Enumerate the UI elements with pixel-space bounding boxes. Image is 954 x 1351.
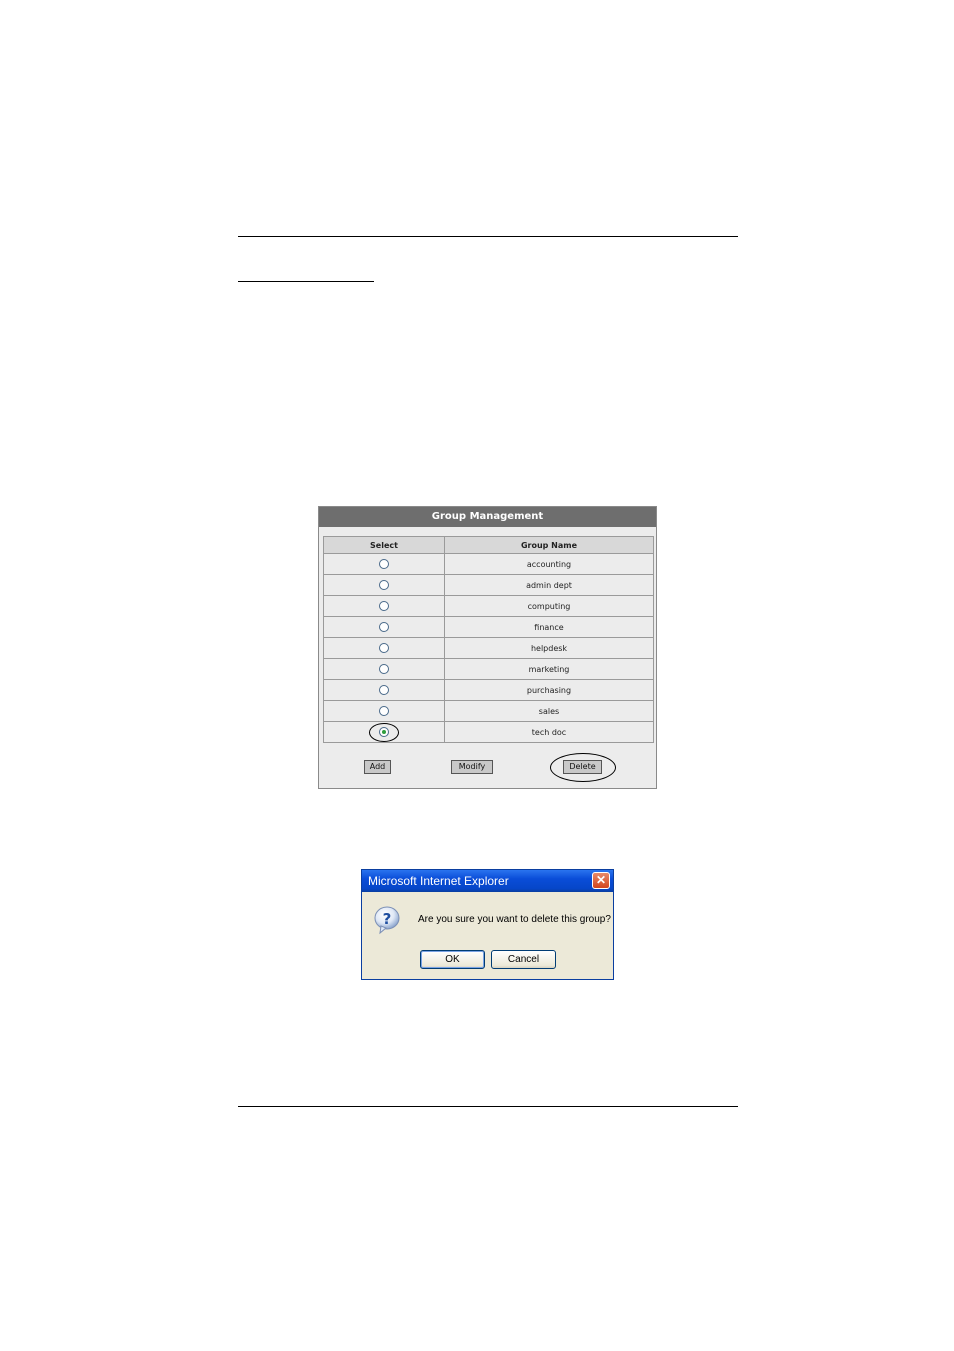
table-row: marketing [323,658,654,680]
table-body: accounting admin dept computing finance help… [323,553,654,743]
column-header-select: Select [323,536,445,554]
group-radio[interactable] [379,601,389,611]
delete-highlight-oval [550,753,616,782]
panel-title: Group Management [319,507,656,527]
top-rule [238,236,738,237]
table-row: admin dept [323,574,654,596]
cancel-button[interactable]: Cancel [491,950,556,969]
table-header-row: Select Group Name [323,536,654,554]
select-cell [323,553,445,575]
group-radio[interactable] [379,706,389,716]
table-row: sales [323,700,654,722]
table-row: tech doc [323,721,654,743]
question-icon: ? [374,906,400,935]
select-cell [323,679,445,701]
dialog-message: Are you sure you want to delete this gro… [418,914,611,925]
group-name-cell: sales [444,700,654,722]
bottom-rule [238,1106,738,1107]
ok-button[interactable]: OK [420,950,485,969]
group-radio[interactable] [379,622,389,632]
column-header-group-name: Group Name [444,536,654,554]
group-name-cell: computing [444,595,654,617]
select-cell [323,574,445,596]
select-cell [323,616,445,638]
confirm-dialog: Microsoft Internet Explorer ✕ ? Are you … [361,869,614,980]
dialog-title: Microsoft Internet Explorer [368,874,509,888]
heading-underline [238,281,374,282]
group-radio[interactable] [379,643,389,653]
select-cell [323,595,445,617]
select-cell [323,721,445,743]
group-name-cell: tech doc [444,721,654,743]
table-row: accounting [323,553,654,575]
group-name-cell: helpdesk [444,637,654,659]
selection-highlight-oval [369,723,399,742]
group-name-cell: admin dept [444,574,654,596]
svg-text:?: ? [383,910,392,928]
group-name-cell: marketing [444,658,654,680]
table-row: purchasing [323,679,654,701]
group-radio[interactable] [379,664,389,674]
group-radio[interactable] [379,559,389,569]
group-management-panel: Group Management Select Group Name accou… [318,506,657,789]
group-radio[interactable] [379,580,389,590]
select-cell [323,658,445,680]
group-name-cell: purchasing [444,679,654,701]
select-cell [323,637,445,659]
select-cell [323,700,445,722]
add-button[interactable]: Add [364,760,391,774]
group-name-cell: accounting [444,553,654,575]
modify-button[interactable]: Modify [451,760,493,774]
table-row: helpdesk [323,637,654,659]
close-icon[interactable]: ✕ [592,872,610,889]
table-row: computing [323,595,654,617]
group-table: Select Group Name accounting admin dept co… [323,536,654,743]
group-radio[interactable] [379,685,389,695]
table-row: finance [323,616,654,638]
group-name-cell: finance [444,616,654,638]
dialog-titlebar: Microsoft Internet Explorer ✕ [362,870,613,892]
